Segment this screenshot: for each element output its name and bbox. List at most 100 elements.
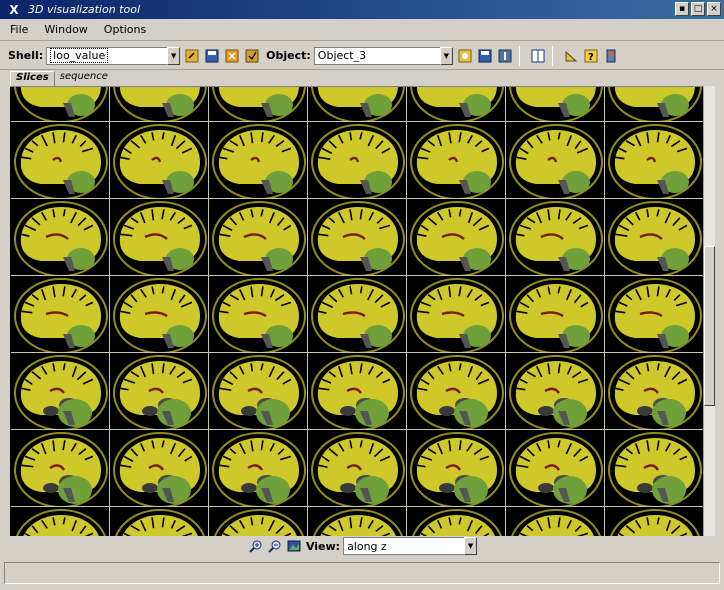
object-save-icon[interactable]: [477, 48, 493, 64]
slice-thumbnail[interactable]: [605, 122, 703, 198]
slice-thumbnail[interactable]: [605, 430, 703, 506]
object-dropdown-icon[interactable]: ▼: [439, 46, 453, 65]
menu-file[interactable]: File: [0, 23, 34, 36]
brain-slice-image: [14, 201, 108, 275]
slice-thumbnail[interactable]: [506, 430, 604, 506]
slice-thumbnail[interactable]: [110, 87, 208, 121]
slice-thumbnail[interactable]: [110, 430, 208, 506]
object-label: Object:: [266, 49, 311, 62]
slice-thumbnail[interactable]: [407, 353, 505, 429]
minimize-button[interactable]: ▪: [675, 2, 689, 16]
slice-thumbnail[interactable]: [407, 507, 505, 536]
exit-icon[interactable]: [603, 48, 619, 64]
split-view-icon[interactable]: [530, 48, 546, 64]
view-dropdown-icon[interactable]: ▼: [464, 537, 478, 555]
slice-thumbnail[interactable]: [11, 122, 109, 198]
slice-thumbnail[interactable]: [506, 87, 604, 121]
slice-thumbnail[interactable]: [407, 87, 505, 121]
slice-thumbnail[interactable]: [110, 122, 208, 198]
slice-thumbnail[interactable]: [209, 353, 307, 429]
toolbar: Shell: loo_value ▼ Object: Object_3 ▼ ?: [0, 42, 724, 70]
brain-slice-image: [608, 201, 702, 275]
slice-thumbnail[interactable]: [605, 507, 703, 536]
slice-thumbnail[interactable]: [11, 276, 109, 352]
slice-thumbnail[interactable]: [407, 199, 505, 275]
zoom-out-icon[interactable]: [268, 539, 283, 554]
shell-edit-icon[interactable]: [184, 48, 200, 64]
slice-thumbnail[interactable]: [308, 276, 406, 352]
slice-thumbnail[interactable]: [110, 353, 208, 429]
brain-slice-image: [412, 509, 502, 536]
slice-thumbnail[interactable]: [209, 276, 307, 352]
slice-thumbnail[interactable]: [506, 353, 604, 429]
shell-delete-icon[interactable]: [224, 48, 240, 64]
slice-thumbnail[interactable]: [308, 87, 406, 121]
view-tabs: Slices sequence: [0, 70, 724, 86]
menu-window[interactable]: Window: [34, 23, 93, 36]
toolbar-separator: [518, 45, 520, 66]
help-icon[interactable]: ?: [583, 48, 599, 64]
vertical-scrollbar[interactable]: [703, 86, 715, 536]
slice-thumbnail[interactable]: [308, 507, 406, 536]
slice-thumbnail[interactable]: [11, 507, 109, 536]
brain-slice-image: [509, 432, 603, 506]
slice-thumbnail[interactable]: [110, 276, 208, 352]
shell-properties-icon[interactable]: [244, 48, 260, 64]
slice-thumbnail[interactable]: [308, 122, 406, 198]
object-color-icon[interactable]: [457, 48, 473, 64]
slice-thumbnail[interactable]: [308, 199, 406, 275]
slice-thumbnail[interactable]: [308, 430, 406, 506]
maximize-button[interactable]: □: [691, 2, 705, 16]
slice-thumbnail[interactable]: [209, 122, 307, 198]
slice-thumbnail[interactable]: [11, 199, 109, 275]
object-info-icon[interactable]: [497, 48, 513, 64]
tab-sequence[interactable]: sequence: [55, 71, 113, 86]
brain-slice-image: [410, 355, 504, 429]
brain-slice-image: [311, 124, 405, 198]
object-select[interactable]: Object_3: [313, 46, 440, 65]
brain-slice-image: [311, 201, 405, 275]
slice-thumbnail[interactable]: [11, 87, 109, 121]
zoom-in-icon[interactable]: [249, 539, 264, 554]
shell-dropdown-icon[interactable]: ▼: [167, 46, 181, 65]
slice-thumbnail[interactable]: [308, 353, 406, 429]
app-logo-icon[interactable]: X: [2, 1, 26, 18]
slice-thumbnail[interactable]: [506, 122, 604, 198]
slice-thumbnail[interactable]: [11, 353, 109, 429]
brain-slice-image: [212, 87, 306, 121]
tab-slices[interactable]: Slices: [10, 71, 55, 86]
slice-thumbnail[interactable]: [605, 87, 703, 121]
slice-thumbnail[interactable]: [407, 276, 505, 352]
shell-save-icon[interactable]: [204, 48, 220, 64]
snapshot-icon[interactable]: [287, 539, 302, 554]
brain-slice-image: [410, 87, 504, 121]
slices-viewport[interactable]: [10, 86, 703, 536]
slice-thumbnail[interactable]: [209, 507, 307, 536]
measure-icon[interactable]: [563, 48, 579, 64]
slice-thumbnail[interactable]: [506, 199, 604, 275]
brain-slice-image: [214, 509, 304, 536]
slice-thumbnail[interactable]: [209, 430, 307, 506]
slice-thumbnail[interactable]: [407, 430, 505, 506]
slice-thumbnail[interactable]: [110, 199, 208, 275]
brain-slice-image: [311, 355, 405, 429]
view-select[interactable]: along z: [343, 537, 465, 555]
brain-slice-image: [212, 355, 306, 429]
slice-thumbnail[interactable]: [11, 430, 109, 506]
slice-thumbnail[interactable]: [209, 87, 307, 121]
slice-thumbnail[interactable]: [506, 276, 604, 352]
slice-thumbnail[interactable]: [209, 199, 307, 275]
slice-thumbnail[interactable]: [110, 507, 208, 536]
slice-thumbnail[interactable]: [506, 507, 604, 536]
close-button[interactable]: ×: [707, 2, 721, 16]
brain-slice-image: [608, 355, 702, 429]
scrollbar-thumb[interactable]: [704, 246, 715, 406]
status-bar: [4, 562, 720, 584]
window-title: 3D visualization tool: [28, 3, 140, 16]
slice-thumbnail[interactable]: [407, 122, 505, 198]
slice-thumbnail[interactable]: [605, 276, 703, 352]
shell-select[interactable]: loo_value: [46, 46, 168, 65]
slice-thumbnail[interactable]: [605, 199, 703, 275]
slice-thumbnail[interactable]: [605, 353, 703, 429]
menu-options[interactable]: Options: [94, 23, 152, 36]
